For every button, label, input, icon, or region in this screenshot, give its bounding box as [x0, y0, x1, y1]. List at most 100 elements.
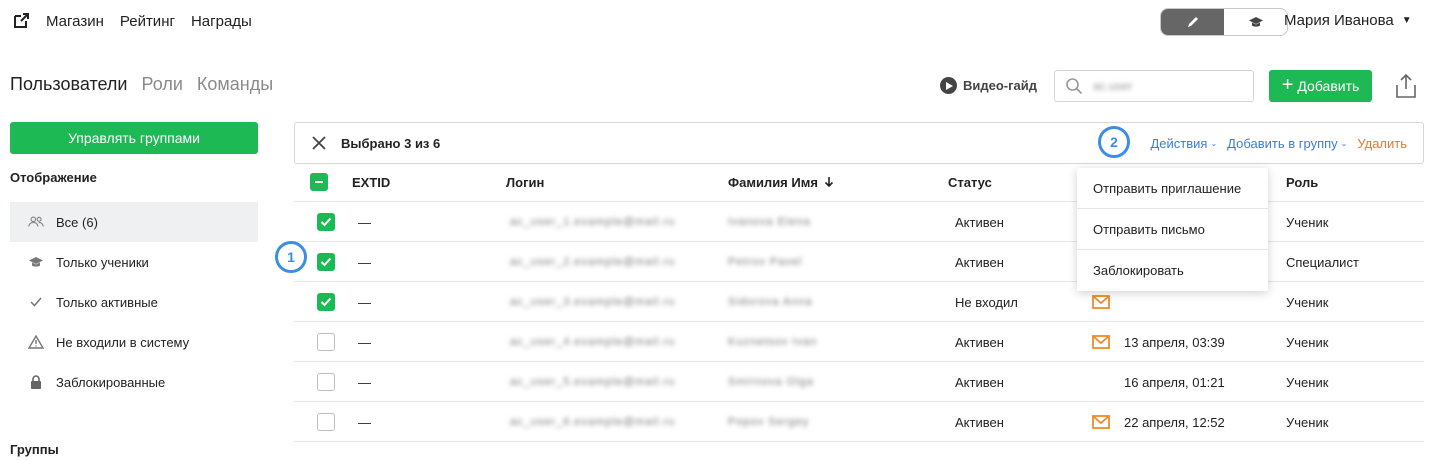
filter-blocked[interactable]: Заблокированные — [10, 362, 258, 402]
cell-login: ac_user_5.example@mail.ru — [510, 376, 676, 388]
tab-teams[interactable]: Команды — [197, 74, 273, 95]
row-checkbox[interactable] — [317, 413, 335, 431]
cell-name: Smirnova Olga — [728, 376, 814, 388]
cell-login: ac_user_4.example@mail.ru — [510, 336, 676, 348]
row-checkbox[interactable] — [317, 293, 335, 311]
edit-mode-button[interactable] — [1161, 9, 1224, 35]
selection-bar: Выбрано 3 из 6 Действия ⌄ Добавить в гру… — [294, 122, 1424, 164]
mail-icon[interactable] — [1092, 295, 1110, 309]
selection-actions: Действия ⌄ Добавить в группу ⌄ Удалить — [1150, 123, 1407, 163]
cell-status: Не входил — [955, 294, 1018, 310]
search-input[interactable] — [1093, 79, 1233, 93]
plus-icon: + — [1281, 74, 1294, 96]
row-checkbox[interactable] — [317, 333, 335, 351]
lock-icon — [28, 374, 44, 390]
caret-down-icon: ▼ — [1401, 15, 1412, 26]
cell-last-login: 16 апреля, 01:21 — [1124, 374, 1225, 390]
cell-name: Ivanova Elena — [728, 216, 811, 228]
cell-status: Активен — [955, 414, 1004, 430]
graduation-cap-icon — [28, 254, 44, 270]
filter-students[interactable]: Только ученики — [10, 242, 258, 282]
selection-count: Выбрано 3 из 6 — [341, 135, 441, 151]
add-button[interactable]: + Добавить — [1269, 70, 1372, 102]
video-guide-link[interactable]: Видео-гайд — [940, 77, 1037, 94]
top-nav: Магазин Рейтинг Награды — [12, 12, 252, 30]
pencil-icon — [1187, 17, 1198, 27]
actions-dropdown[interactable]: Действия ⌄ — [1150, 136, 1217, 151]
cell-status: Активен — [955, 214, 1004, 230]
cell-login: ac_user_2.example@mail.ru — [510, 256, 676, 268]
export-icon[interactable] — [1394, 72, 1418, 100]
filter-label: Не входили в систему — [56, 334, 190, 350]
table-row[interactable]: — ac_user_6.example@mail.ru Popov Sergey… — [294, 402, 1424, 442]
filter-label: Заблокированные — [56, 374, 166, 390]
select-all-checkbox[interactable] — [310, 173, 328, 191]
mail-icon[interactable] — [1092, 335, 1110, 349]
header-name[interactable]: Фамилия Имя — [728, 162, 834, 202]
cell-extid: — — [358, 214, 371, 230]
cell-role: Ученик — [1286, 374, 1329, 390]
cell-status: Активен — [955, 334, 1004, 350]
cell-role: Ученик — [1286, 214, 1329, 230]
menu-item-send-email[interactable]: Отправить письмо — [1077, 209, 1268, 250]
cell-role: Ученик — [1286, 294, 1329, 310]
check-icon — [320, 217, 332, 227]
header-status[interactable]: Статус — [948, 162, 992, 202]
search-box — [1054, 70, 1254, 102]
actions-label: Действия — [1150, 135, 1208, 151]
warning-icon — [28, 334, 44, 350]
play-icon — [940, 77, 957, 94]
header-role[interactable]: Роль — [1286, 162, 1318, 202]
groups-section-title: Группы — [10, 442, 59, 457]
row-checkbox[interactable] — [317, 373, 335, 391]
nav-rating-link[interactable]: Рейтинг — [120, 13, 175, 30]
add-to-group-dropdown[interactable]: Добавить в группу ⌄ — [1227, 136, 1347, 151]
tab-roles[interactable]: Роли — [141, 74, 182, 95]
check-icon — [28, 294, 44, 310]
external-link-icon[interactable] — [12, 12, 30, 30]
filter-active[interactable]: Только активные — [10, 282, 258, 322]
filter-never-logged-in[interactable]: Не входили в систему — [10, 322, 258, 362]
learn-mode-button[interactable] — [1224, 9, 1287, 35]
menu-item-block[interactable]: Заблокировать — [1077, 250, 1268, 291]
cell-last-login: 13 апреля, 03:39 — [1124, 334, 1225, 350]
cell-status: Активен — [955, 254, 1004, 270]
table-row[interactable]: — ac_user_5.example@mail.ru Smirnova Olg… — [294, 362, 1424, 402]
cell-extid: — — [358, 334, 371, 350]
chevron-down-icon: ⌄ — [1210, 138, 1218, 148]
filter-label: Только активные — [56, 294, 158, 310]
video-guide-label: Видео-гайд — [963, 78, 1038, 93]
filter-label: Все (6) — [56, 214, 98, 230]
header-name-label: Фамилия Имя — [728, 174, 818, 190]
manage-groups-button[interactable]: Управлять группами — [10, 122, 258, 154]
nav-awards-link[interactable]: Награды — [191, 13, 252, 30]
filter-all[interactable]: Все (6) — [10, 202, 258, 242]
user-menu[interactable]: Мария Иванова ▼ — [1284, 12, 1412, 29]
menu-item-send-invite[interactable]: Отправить приглашение — [1077, 168, 1268, 209]
close-icon[interactable] — [311, 135, 327, 151]
actions-menu: Отправить приглашение Отправить письмо З… — [1077, 168, 1268, 291]
page-tabs: Пользователи Роли Команды — [10, 74, 273, 95]
cell-name: Petrov Pavel — [728, 256, 803, 268]
minus-icon — [315, 181, 323, 183]
mail-icon[interactable] — [1092, 415, 1110, 429]
user-name: Мария Иванова — [1284, 12, 1394, 29]
delete-button[interactable]: Удалить — [1357, 136, 1407, 151]
table-row[interactable]: — ac_user_4.example@mail.ru Kuznetsov Iv… — [294, 322, 1424, 362]
tab-users[interactable]: Пользователи — [10, 74, 127, 95]
header-login[interactable]: Логин — [506, 162, 544, 202]
cell-status: Активен — [955, 374, 1004, 390]
cell-role: Ученик — [1286, 334, 1329, 350]
chevron-down-icon: ⌄ — [1340, 138, 1348, 148]
cell-login: ac_user_3.example@mail.ru — [510, 296, 676, 308]
cell-login: ac_user_6.example@mail.ru — [510, 416, 676, 428]
cell-role: Специалист — [1286, 254, 1359, 270]
row-checkbox[interactable] — [317, 253, 335, 271]
header-extid[interactable]: EXTID — [352, 162, 390, 202]
annotation-badge-2: 2 — [1098, 126, 1130, 158]
display-section-title: Отображение — [10, 170, 97, 185]
graduation-cap-icon — [1248, 17, 1263, 27]
cell-name: Kuznetsov Ivan — [728, 336, 818, 348]
nav-shop-link[interactable]: Магазин — [46, 13, 104, 30]
row-checkbox[interactable] — [317, 213, 335, 231]
